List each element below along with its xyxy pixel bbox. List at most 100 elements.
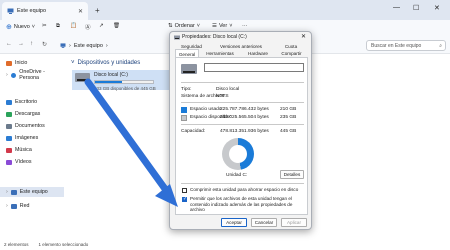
sidebar-item-label: Red	[19, 203, 30, 209]
computer-icon	[10, 189, 17, 195]
delete-button[interactable]: 🗑	[113, 23, 120, 29]
video-icon	[6, 159, 12, 165]
tab-hardware[interactable]: Hardware	[241, 49, 275, 57]
sidebar-item-label: OneDrive - Persona	[19, 69, 45, 81]
sidebar-item-label: Música	[15, 147, 32, 153]
selection-count: 1 elemento seleccionado	[38, 241, 89, 247]
drive-usage-bar	[94, 80, 154, 84]
sidebar-item-videos[interactable]: Vídeos	[6, 157, 62, 167]
dialog-close-button[interactable]: ✕	[301, 33, 306, 40]
drive-icon	[75, 73, 90, 82]
sort-icon: ⇅	[168, 23, 173, 29]
new-tab-button[interactable]: +	[95, 6, 100, 15]
free-space-gb: 235 GB	[280, 115, 297, 120]
copy-button[interactable]: ⧉	[56, 23, 60, 30]
capacity-bytes: 478.813.351.936 bytes	[220, 129, 269, 134]
chevron-down-icon: ˅	[229, 23, 233, 29]
maximize-button[interactable]: ☐	[413, 4, 419, 12]
status-bar: 2 elementos 1 elemento seleccionado	[0, 238, 450, 250]
tab-general[interactable]: General	[175, 49, 199, 57]
back-arrow-icon[interactable]: ←	[6, 41, 12, 47]
view-label: Ver	[218, 23, 228, 29]
search-input[interactable]: Buscar en Este equipo ⌕	[366, 40, 446, 51]
rename-button[interactable]: Ⓐ	[85, 23, 91, 31]
dialog-title: Propiedades: Disco local (C:)	[182, 34, 247, 40]
details-button[interactable]: Detalles	[280, 170, 304, 179]
more-options-button[interactable]: ···	[242, 23, 248, 29]
title-bar: Este equipo ✕ + — ☐ ✕	[0, 0, 450, 20]
tab-este-equipo[interactable]: Este equipo ✕	[2, 2, 88, 20]
dialog-title-bar: Propiedades: Disco local (C:)	[174, 34, 247, 40]
share-button[interactable]: ↗	[99, 23, 104, 29]
sidebar-item-escritorio[interactable]: Escritorio	[6, 97, 62, 107]
sidebar-item-label: Inicio	[15, 60, 28, 66]
picture-icon	[6, 135, 12, 141]
used-space-label: Espacio usado:	[190, 107, 223, 112]
filesystem-value: NTFS	[216, 94, 229, 99]
address-field[interactable]: › Este equipo ›	[56, 40, 166, 51]
divider	[181, 124, 304, 125]
sidebar-item-onedrive[interactable]: › OneDrive - Persona	[6, 69, 62, 81]
chevron-right-icon: ›	[6, 72, 8, 78]
capacity-gb: 445 GB	[280, 129, 297, 134]
new-button[interactable]: ⊕ Nuevo ˅	[6, 23, 35, 31]
rename-icon: Ⓐ	[85, 25, 91, 31]
minimize-button[interactable]: —	[393, 4, 400, 11]
sidebar-item-label: Este equipo	[19, 189, 48, 195]
sidebar-item-descargas[interactable]: Descargas	[6, 109, 62, 119]
close-button[interactable]: ✕	[434, 4, 440, 12]
divider	[181, 102, 304, 103]
index-checkbox[interactable]	[182, 196, 187, 202]
apply-button[interactable]: Aplicar	[281, 218, 307, 227]
tab-label: Este equipo	[17, 8, 47, 14]
devices-section-header[interactable]: ˅ Dispositivos y unidades	[71, 60, 140, 66]
cancel-button[interactable]: Cancelar	[251, 218, 277, 227]
compress-label: Comprimir esta unidad para ahorrar espac…	[190, 187, 299, 192]
donut-hole	[229, 145, 247, 163]
up-arrow-icon[interactable]: ↑	[30, 41, 33, 47]
sidebar-item-label: Documentos	[15, 123, 45, 129]
sidebar-item-este-equipo[interactable]: › Este equipo	[0, 187, 64, 197]
trash-icon: 🗑	[113, 23, 120, 29]
forward-arrow-icon[interactable]: →	[18, 41, 24, 47]
drive-usage-fill	[95, 81, 123, 83]
desktop-icon	[6, 99, 12, 105]
paste-icon: 📋	[70, 23, 77, 29]
drive-label-input[interactable]	[204, 63, 304, 72]
compress-checkbox[interactable]	[182, 188, 187, 193]
chevron-down-icon: ˅	[196, 23, 201, 29]
sidebar-item-musica[interactable]: Música	[6, 145, 62, 155]
free-space-swatch	[181, 115, 187, 121]
tab-compartir[interactable]: Compartir	[275, 49, 308, 57]
disk-usage-donut	[222, 138, 254, 170]
cut-icon: ✂	[42, 23, 47, 29]
cut-button[interactable]: ✂	[42, 23, 47, 29]
sidebar-item-label: Vídeos	[15, 159, 32, 165]
address-path: Este equipo	[73, 42, 103, 49]
close-tab-icon[interactable]: ✕	[78, 8, 83, 15]
sort-button[interactable]: ⇅ Ordenar ˅	[168, 23, 200, 29]
chevron-down-icon: ˅	[31, 24, 35, 30]
download-icon	[6, 111, 12, 117]
index-label: Permitir que los archivos de esta unidad…	[190, 196, 293, 213]
refresh-icon[interactable]: ↻	[42, 41, 47, 48]
sidebar-item-imagenes[interactable]: Imágenes	[6, 133, 62, 143]
sidebar-item-red[interactable]: › Red	[6, 201, 62, 211]
home-icon	[6, 60, 12, 66]
ok-button[interactable]: Aceptar	[221, 218, 247, 227]
computer-icon	[7, 8, 14, 14]
sidebar-item-documentos[interactable]: Documentos	[6, 121, 62, 131]
view-button[interactable]: ☰ Ver ˅	[212, 23, 232, 29]
paste-button[interactable]: 📋	[70, 23, 77, 29]
chevron-right-icon: ›	[6, 203, 8, 209]
share-icon: ↗	[99, 23, 104, 29]
music-icon	[6, 147, 12, 153]
copy-icon: ⧉	[56, 23, 60, 29]
drive-icon	[181, 64, 197, 74]
free-space-bytes: 253.025.565.504 bytes	[220, 115, 269, 120]
chevron-right-icon: ›	[69, 42, 71, 49]
used-space-gb: 210 GB	[280, 107, 297, 112]
sidebar-item-inicio[interactable]: Inicio	[6, 58, 62, 68]
cloud-icon	[10, 72, 17, 78]
tab-herramientas[interactable]: Herramientas	[199, 49, 241, 57]
